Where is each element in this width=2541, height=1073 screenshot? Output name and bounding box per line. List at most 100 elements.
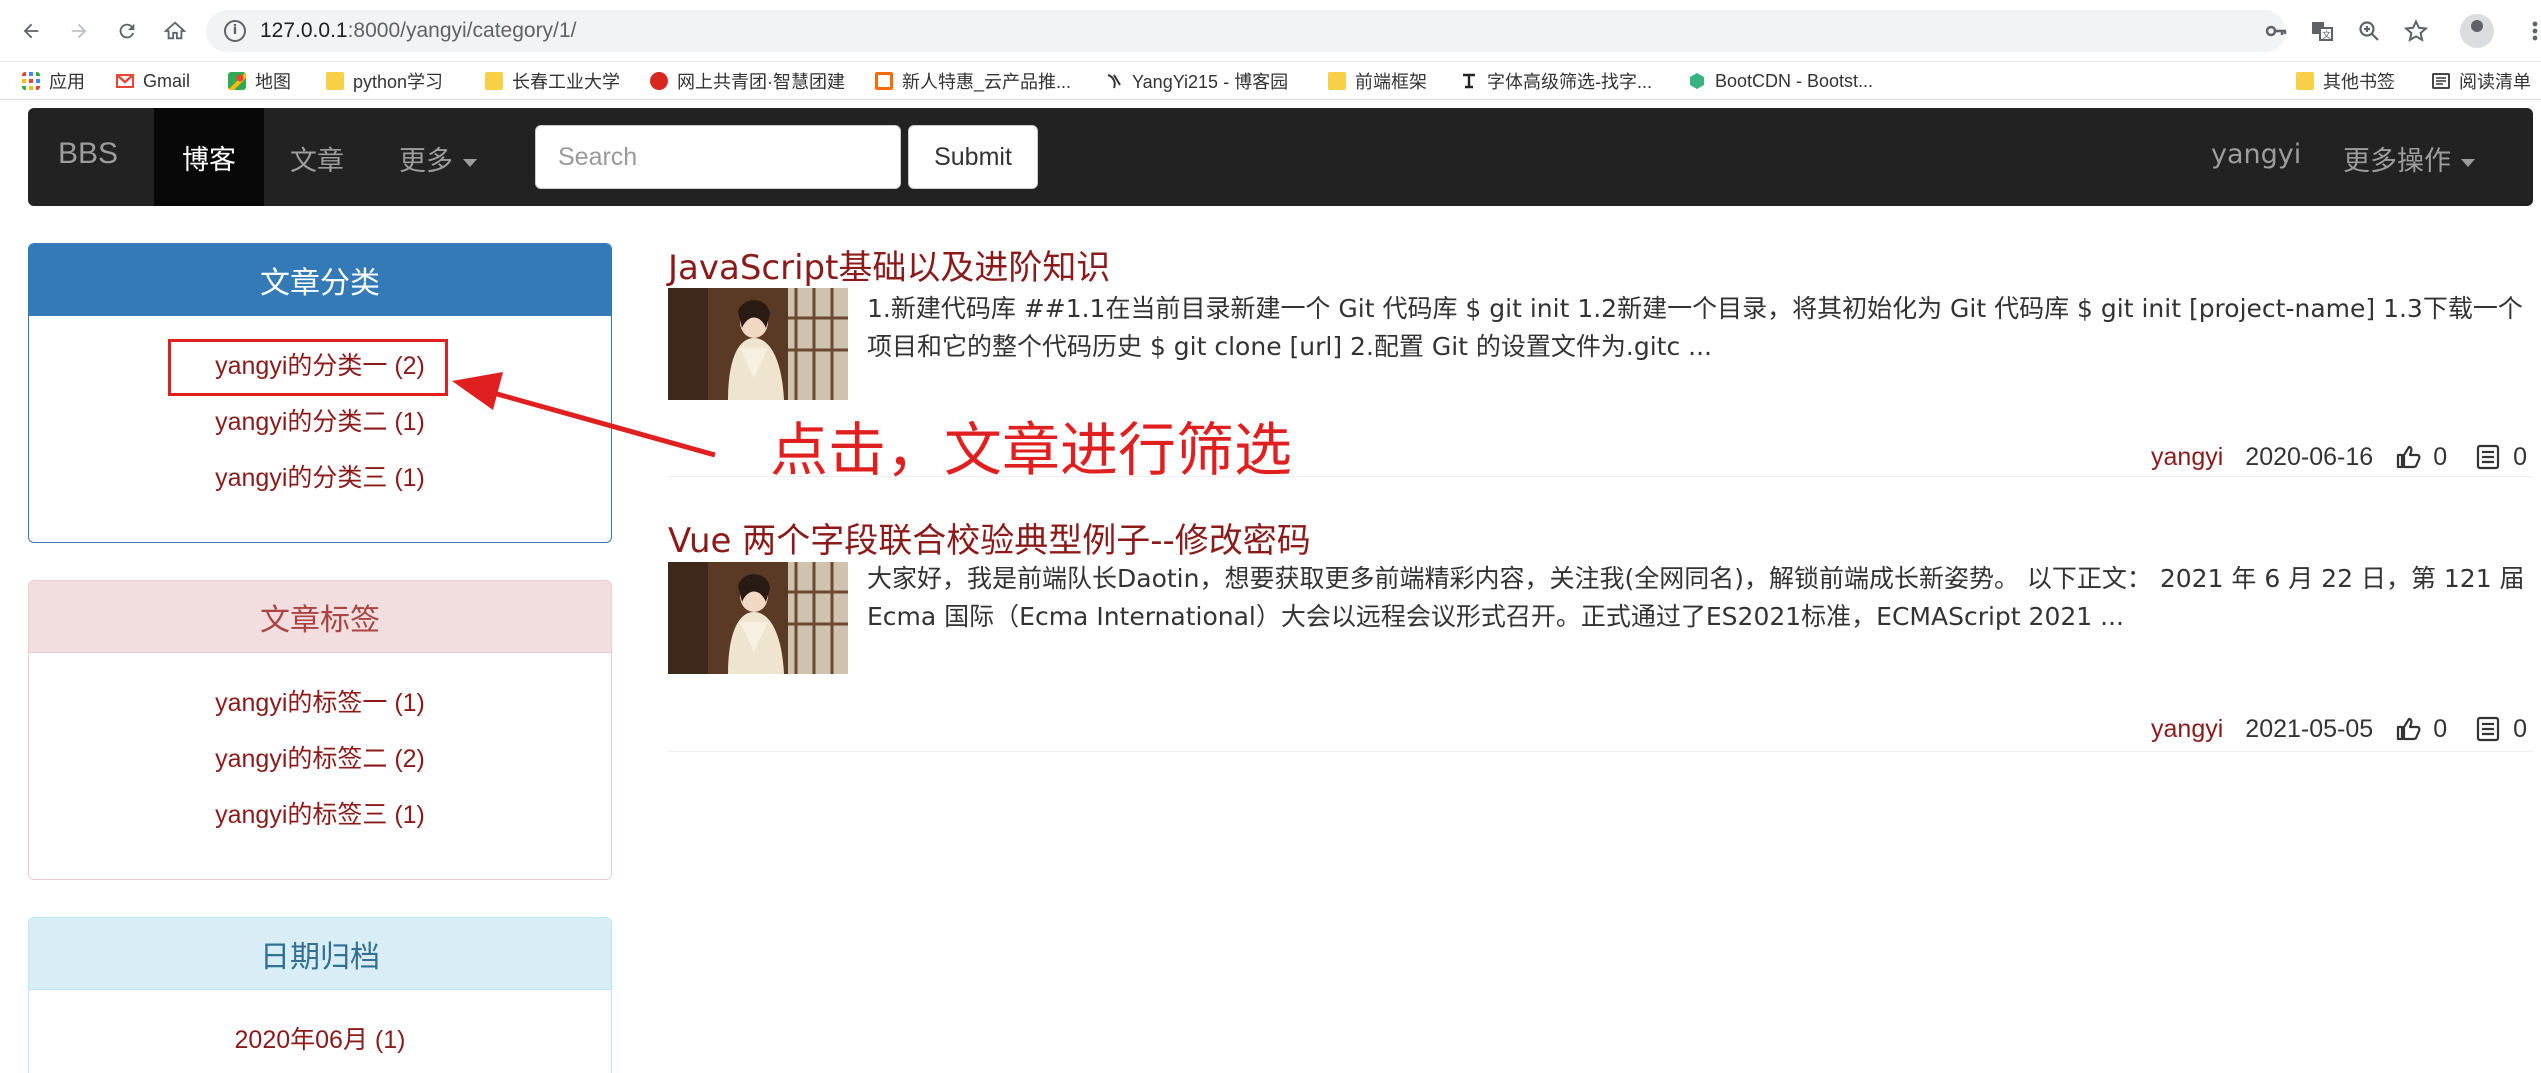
bookmark-maps[interactable]: 地图 <box>228 68 291 94</box>
bookmark-python[interactable]: python学习 <box>326 68 443 94</box>
cnblogs-icon <box>1107 74 1121 89</box>
tag-link[interactable]: yangyi的标签二 (2) <box>29 729 611 785</box>
article-date: 2021-05-05 <box>2245 714 2374 743</box>
article-author-link[interactable]: yangyi <box>2151 715 2223 744</box>
bookmark-label: python学习 <box>353 72 444 92</box>
apps-grid-icon <box>22 72 40 90</box>
forward-arrow-icon[interactable] <box>62 14 96 48</box>
bookmark-label: BootCDN - Bootst... <box>1715 70 1874 91</box>
article-thumbnail[interactable] <box>668 562 848 674</box>
annotation-text: 点击，文章进行筛选 <box>770 416 1293 484</box>
submit-button[interactable]: Submit <box>908 125 1038 189</box>
article-date: 2020-06-16 <box>2245 442 2374 471</box>
profile-avatar-icon[interactable] <box>2460 14 2494 48</box>
bookmark-label: 地图 <box>255 72 291 92</box>
thumbs-up-icon[interactable] <box>2395 444 2421 470</box>
folder-icon <box>485 72 503 90</box>
home-icon[interactable] <box>158 14 192 48</box>
bookmark-gmail[interactable]: Gmail <box>116 68 190 94</box>
tag-panel-title: 文章标签 <box>29 581 611 653</box>
reading-list-icon <box>2432 73 2450 89</box>
article-summary: 1.新建代码库 ##1.1在当前目录新建一个 Git 代码库 $ git ini… <box>867 294 2523 361</box>
archive-panel-title: 日期归档 <box>29 918 611 990</box>
browser-toolbar: i 127.0.0.1:8000/yangyi/category/1/ 文 <box>0 0 2541 62</box>
bookmark-label: 应用 <box>49 72 85 92</box>
key-icon[interactable] <box>2263 18 2289 44</box>
caret-down-icon <box>2461 158 2475 167</box>
svg-text:文: 文 <box>2322 29 2331 41</box>
bookmark-other[interactable]: 其他书签 <box>2296 68 2395 94</box>
bookmark-label: YangYi215 - 博客园 <box>1132 72 1289 92</box>
archive-link[interactable]: 2020年06月 (1) <box>29 1010 611 1066</box>
tag-panel: 文章标签 yangyi的标签一 (1) yangyi的标签二 (2) yangy… <box>28 580 612 880</box>
translate-icon[interactable]: 文 <box>2309 18 2335 44</box>
url-path: :8000/yangyi/category/1/ <box>347 19 577 42</box>
article-title-link[interactable]: JavaScript基础以及进阶知识 <box>668 240 1110 289</box>
gmail-icon <box>116 74 134 88</box>
bookmark-bootcdn[interactable]: BootCDN - Bootst... <box>1688 68 1873 94</box>
bookmark-label: 前端框架 <box>1355 72 1427 92</box>
article-thumbnail[interactable] <box>668 288 848 400</box>
bookmark-university[interactable]: 长春工业大学 <box>485 68 620 94</box>
site-navbar: BBS 博客 文章 更多 Submit yangyi 更多操作 <box>28 108 2533 206</box>
bookmark-label: 字体高级筛选-找字... <box>1487 72 1652 92</box>
bookmark-fonts[interactable]: 字体高级筛选-找字... <box>1460 68 1652 94</box>
search-input[interactable] <box>535 125 901 189</box>
comment-list-icon[interactable] <box>2475 444 2501 470</box>
avatar-photo-icon <box>668 288 848 400</box>
more-actions-label: 更多操作 <box>2343 146 2451 177</box>
aliyun-icon <box>875 72 893 90</box>
bookmark-apps[interactable]: 应用 <box>22 68 85 94</box>
bookmark-reading-list[interactable]: 阅读清单 <box>2432 68 2531 94</box>
nav-item-more-dropdown[interactable]: 更多 <box>399 139 477 178</box>
comment-count: 0 <box>2513 442 2527 471</box>
thumbs-up-icon[interactable] <box>2395 716 2421 742</box>
annotation-highlight-box <box>168 339 448 396</box>
comment-list-icon[interactable] <box>2475 716 2501 742</box>
url-host: 127.0.0.1 <box>260 19 348 42</box>
article-item: Vue 两个字段联合校验典型例子--修改密码 大家好，我是前端队长Daotin，… <box>668 513 2533 753</box>
article-author-link[interactable]: yangyi <box>2151 443 2223 472</box>
zoom-icon[interactable] <box>2356 18 2382 44</box>
tag-link[interactable]: yangyi的标签一 (1) <box>29 673 611 729</box>
comment-count: 0 <box>2513 714 2527 743</box>
nav-item-blog[interactable]: 博客 <box>154 108 264 206</box>
bookmark-label: 其他书签 <box>2323 72 2395 92</box>
bookmark-label: Gmail <box>143 70 191 91</box>
url-text[interactable]: 127.0.0.1:8000/yangyi/category/1/ <box>260 19 576 43</box>
article-title-link[interactable]: Vue 两个字段联合校验典型例子--修改密码 <box>668 513 1311 562</box>
reload-icon[interactable] <box>110 14 144 48</box>
bookmark-cloud[interactable]: 新人特惠_云产品推... <box>875 68 1071 94</box>
avatar-photo-icon <box>668 562 848 674</box>
category-link[interactable]: yangyi的分类三 (1) <box>29 448 611 504</box>
folder-icon <box>2296 72 2314 90</box>
info-icon[interactable]: i <box>224 20 246 42</box>
more-actions-dropdown[interactable]: 更多操作 <box>2343 139 2475 178</box>
bookmark-cnblogs[interactable]: YangYi215 - 博客园 <box>1105 68 1288 94</box>
archive-panel: 日期归档 2020年06月 (1) <box>28 917 612 1073</box>
address-bar[interactable]: i 127.0.0.1:8000/yangyi/category/1/ <box>206 10 2286 52</box>
bookmark-label: 阅读清单 <box>2459 72 2531 92</box>
bookmark-label: 新人特惠_云产品推... <box>902 72 1072 92</box>
back-arrow-icon[interactable] <box>14 14 48 48</box>
caret-down-icon <box>463 158 477 167</box>
article-summary: 大家好，我是前端队长Daotin，想要获取更多前端精彩内容，关注我(全网同名)，… <box>867 564 2525 631</box>
kebab-menu-icon[interactable] <box>2522 18 2541 44</box>
like-count: 0 <box>2433 442 2448 471</box>
tag-link[interactable]: yangyi的标签三 (1) <box>29 785 611 841</box>
star-bookmark-icon[interactable] <box>2403 18 2429 44</box>
nav-user-link[interactable]: yangyi <box>2211 139 2301 170</box>
bookmarks-bar: 应用 Gmail 地图 python学习 长春工业大学 网上共青团·智慧团建 新… <box>0 62 2541 100</box>
maps-icon <box>228 72 246 90</box>
article-meta: yangyi 2021-05-05 0 0 <box>2151 712 2527 746</box>
nav-more-label: 更多 <box>399 146 453 177</box>
font-site-icon <box>1463 73 1475 89</box>
brand-link[interactable]: BBS <box>58 137 118 171</box>
bookmark-label: 网上共青团·智慧团建 <box>677 72 845 92</box>
folder-icon <box>326 72 344 90</box>
nav-item-articles[interactable]: 文章 <box>290 139 344 178</box>
bookmark-youth-league[interactable]: 网上共青团·智慧团建 <box>650 68 845 94</box>
category-link[interactable]: yangyi的分类二 (1) <box>29 392 611 448</box>
like-count: 0 <box>2433 714 2448 743</box>
bookmark-frontend[interactable]: 前端框架 <box>1328 68 1427 94</box>
